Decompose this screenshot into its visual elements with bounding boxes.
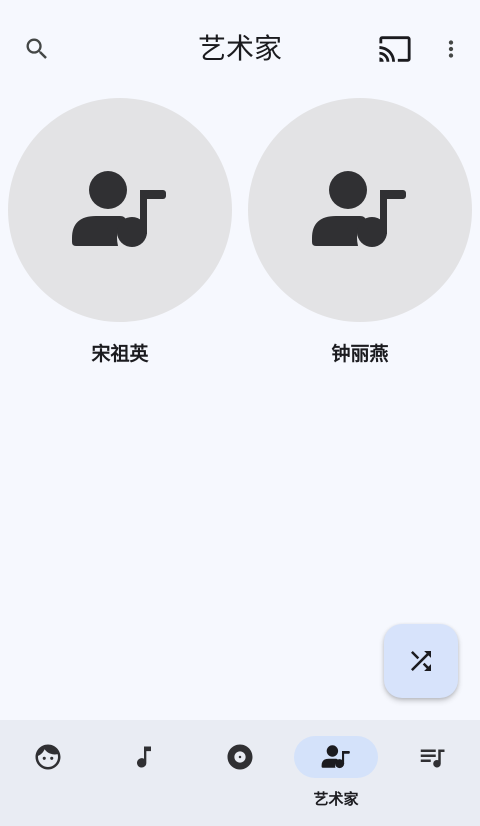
nav-pill <box>198 736 282 778</box>
top-app-bar: 艺术家 <box>0 0 480 98</box>
music-note-icon <box>137 746 151 768</box>
artist-card[interactable]: 钟丽燕 <box>247 98 473 368</box>
artist-music-icon <box>312 171 406 247</box>
face-icon <box>35 744 61 770</box>
artist-music-icon <box>321 745 350 769</box>
cast-icon <box>379 36 411 62</box>
artist-name: 宋祖英 <box>91 343 149 365</box>
more-vert-icon <box>448 40 454 58</box>
nav-pill <box>390 736 474 778</box>
nav-item-artists[interactable]: 艺术家 <box>288 720 384 826</box>
shuffle-icon <box>411 651 431 671</box>
album-icon <box>227 744 253 770</box>
nav-item-songs[interactable] <box>96 720 192 826</box>
artist-card[interactable]: 宋祖英 <box>7 98 233 368</box>
nav-item-for-you[interactable] <box>0 720 96 826</box>
artist-artwork <box>8 98 232 322</box>
shuffle-fab[interactable] <box>384 624 458 698</box>
artist-name: 钟丽燕 <box>331 343 389 365</box>
cast-button[interactable] <box>372 26 418 72</box>
nav-item-albums[interactable] <box>192 720 288 826</box>
artist-music-icon <box>72 171 166 247</box>
bottom-navigation: 艺术家 <box>0 720 480 826</box>
more-options-button[interactable] <box>428 26 474 72</box>
nav-label: 艺术家 <box>313 790 359 808</box>
nav-pill <box>6 736 90 778</box>
playlist-icon <box>420 749 445 768</box>
artist-artwork <box>248 98 472 322</box>
nav-item-playlists[interactable] <box>384 720 480 826</box>
nav-pill-active <box>294 736 378 778</box>
nav-pill <box>102 736 186 778</box>
